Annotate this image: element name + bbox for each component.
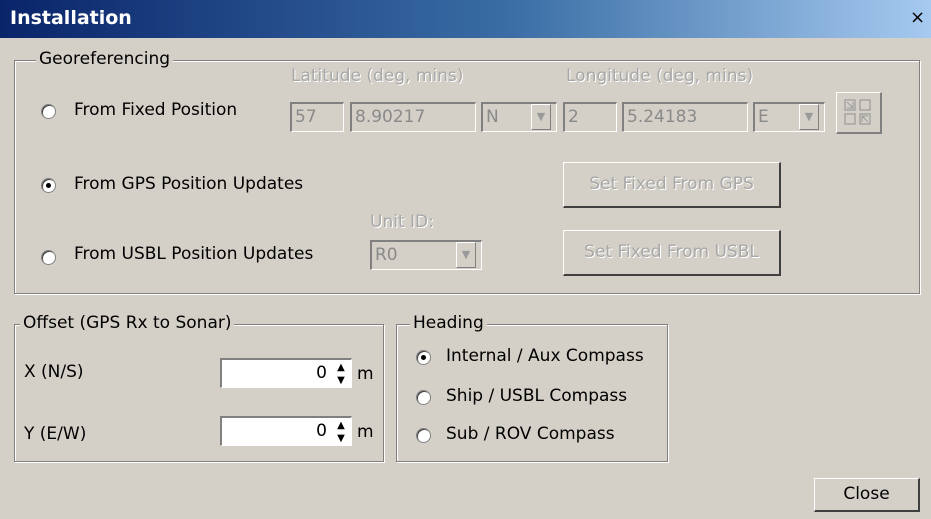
radio-usbl-updates[interactable]: [41, 250, 56, 265]
ship-usbl-compass-label: Ship / USBL Compass: [446, 386, 628, 406]
longitude-degrees-field[interactable]: 2: [563, 102, 617, 132]
longitude-header: Longitude (deg, mins): [566, 66, 753, 86]
fixed-position-label: From Fixed Position: [74, 100, 238, 120]
offset-x-unit: m: [357, 364, 374, 384]
radio-gps-updates[interactable]: [41, 178, 56, 193]
offset-x-spinner[interactable]: ▲ ▼: [333, 360, 349, 390]
latitude-degrees-field[interactable]: 57: [290, 102, 344, 132]
radio-ship-usbl-compass[interactable]: [416, 390, 431, 405]
unit-id-select[interactable]: R0 ▼: [370, 240, 482, 270]
offset-y-label: Y (E/W): [24, 424, 87, 444]
gps-updates-label: From GPS Position Updates: [74, 174, 304, 194]
longitude-hemisphere-value: E: [758, 107, 769, 127]
radio-fixed-position[interactable]: [41, 104, 56, 119]
spin-down-icon[interactable]: ▼: [333, 373, 349, 388]
swap-coordinates-button[interactable]: [836, 92, 882, 134]
latitude-hemisphere-value: N: [486, 107, 499, 127]
chevron-down-icon[interactable]: ▼: [799, 104, 819, 130]
close-icon[interactable]: ×: [910, 6, 931, 30]
chevron-down-icon[interactable]: ▼: [531, 104, 551, 130]
set-fixed-from-usbl-button[interactable]: Set Fixed From USBL: [563, 230, 781, 276]
radio-selected-dot: [421, 355, 426, 360]
title-bar[interactable]: Installation ×: [0, 0, 931, 38]
window-title: Installation: [10, 7, 132, 29]
unit-id-value: R0: [375, 245, 398, 265]
offset-x-label: X (N/S): [24, 362, 84, 382]
chevron-down-icon[interactable]: ▼: [456, 242, 476, 268]
radio-sub-rov-compass[interactable]: [416, 428, 431, 443]
sub-rov-compass-label: Sub / ROV Compass: [446, 424, 615, 444]
latitude-minutes-field[interactable]: 8.90217: [350, 102, 476, 132]
set-fixed-from-gps-button[interactable]: Set Fixed From GPS: [563, 162, 781, 208]
installation-dialog: Installation × Georeferencing Latitude (…: [0, 0, 931, 519]
swap-arrows-icon: [844, 99, 871, 125]
internal-aux-compass-label: Internal / Aux Compass: [446, 346, 644, 366]
georeferencing-legend: Georeferencing: [36, 49, 174, 69]
longitude-minutes-field[interactable]: 5.24183: [622, 102, 748, 132]
spin-down-icon[interactable]: ▼: [333, 431, 349, 446]
offset-y-spinner[interactable]: ▲ ▼: [333, 418, 349, 448]
latitude-header: Latitude (deg, mins): [291, 66, 464, 86]
unit-id-label: Unit ID:: [370, 212, 434, 232]
close-button[interactable]: Close: [814, 478, 920, 512]
latitude-hemisphere-select[interactable]: N ▼: [481, 102, 557, 132]
radio-selected-dot: [46, 183, 51, 188]
offset-y-unit: m: [357, 422, 374, 442]
longitude-hemisphere-select[interactable]: E ▼: [753, 102, 825, 132]
radio-internal-aux-compass[interactable]: [416, 350, 431, 365]
heading-legend: Heading: [410, 313, 487, 333]
offset-legend: Offset (GPS Rx to Sonar): [20, 313, 235, 333]
usbl-updates-label: From USBL Position Updates: [74, 244, 314, 264]
